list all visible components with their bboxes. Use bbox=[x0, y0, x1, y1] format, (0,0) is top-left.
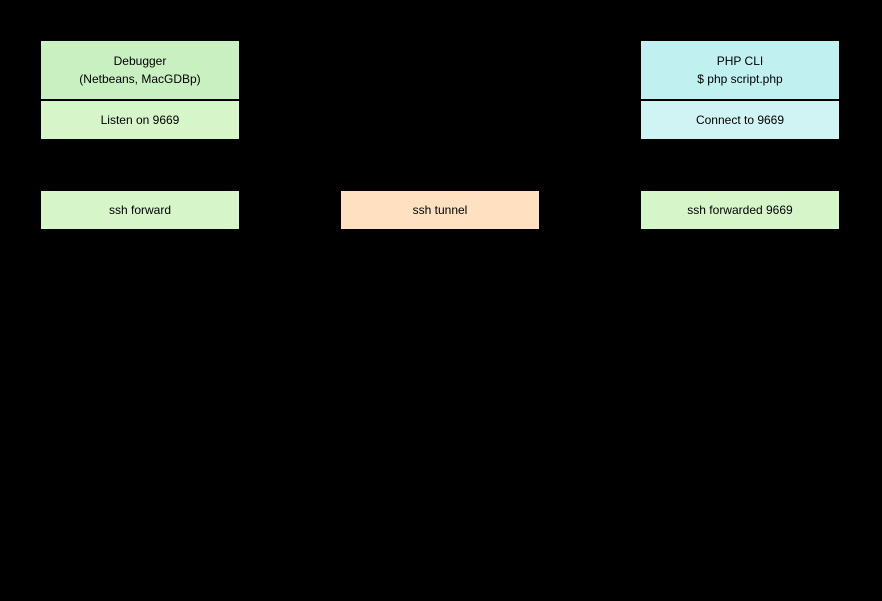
phpcli-box: PHP CLI $ php script.php bbox=[640, 40, 840, 100]
phpcli-subtitle: $ php script.php bbox=[697, 72, 782, 86]
ssh-tunnel-box: ssh tunnel bbox=[340, 190, 540, 230]
listen-label: Listen on 9669 bbox=[101, 111, 180, 129]
local-header: Workstation / Laptop bbox=[40, 18, 240, 32]
phpcli-title: PHP CLI bbox=[717, 54, 763, 68]
debugger-title: Debugger bbox=[114, 54, 167, 68]
ssh-forward-label: ssh forward bbox=[109, 201, 171, 219]
ssh-forwarded-label: ssh forwarded 9669 bbox=[687, 201, 792, 219]
debugger-subtitle: (Netbeans, MacGDBp) bbox=[79, 72, 200, 86]
listen-box: Listen on 9669 bbox=[40, 100, 240, 140]
connect-label: Connect to 9669 bbox=[696, 111, 784, 129]
ssh-forward-box: ssh forward bbox=[40, 190, 240, 230]
remote-header: Server bbox=[640, 18, 840, 32]
connect-box: Connect to 9669 bbox=[640, 100, 840, 140]
ssh-forwarded-box: ssh forwarded 9669 bbox=[640, 190, 840, 230]
ssh-tunnel-label: ssh tunnel bbox=[413, 201, 468, 219]
debugger-box: Debugger (Netbeans, MacGDBp) bbox=[40, 40, 240, 100]
